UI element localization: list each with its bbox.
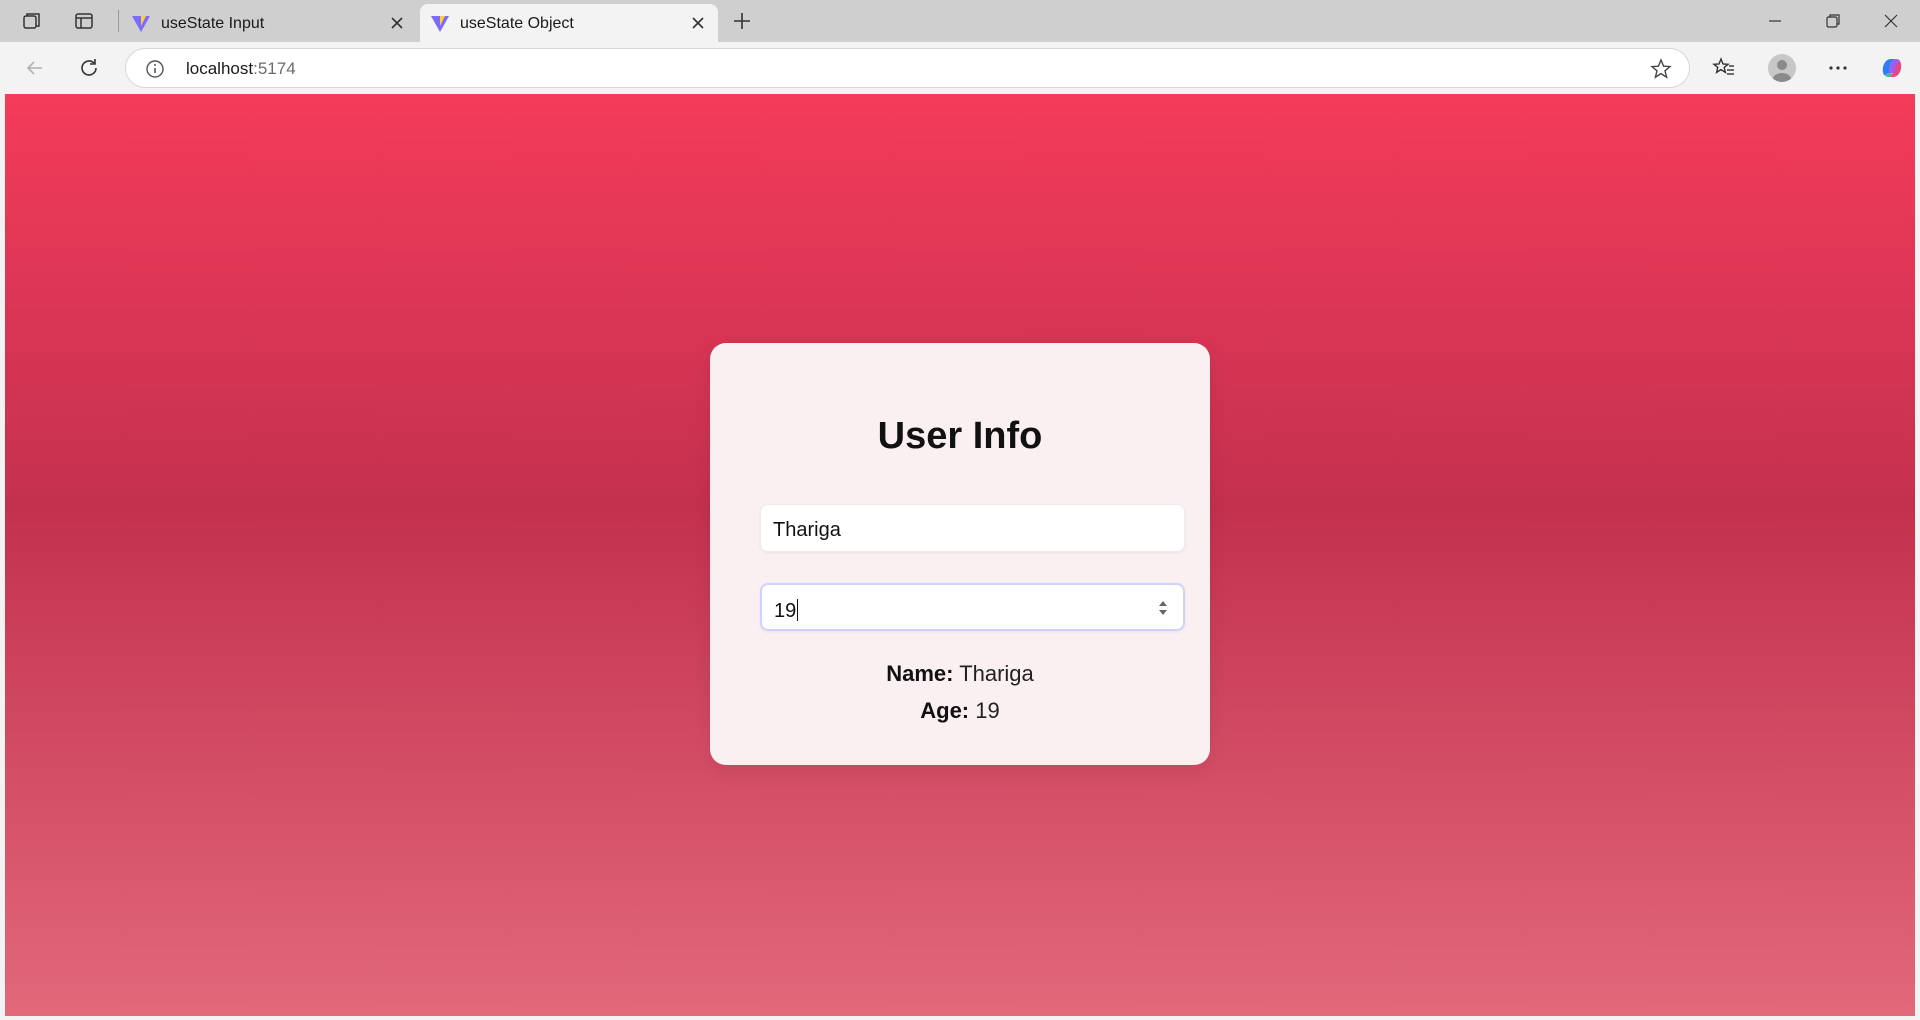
name-label: Name: [886,661,954,686]
copilot-icon [1882,59,1902,77]
back-arrow-icon [26,61,42,75]
age-label: Age: [920,698,970,723]
tab-usestate-input[interactable]: useState Input [121,4,417,42]
url-port: :5174 [253,59,296,78]
favorites-list-icon [1712,57,1734,75]
workspaces-icon[interactable] [20,9,44,33]
reload-icon [81,59,97,76]
page-viewport: User Info Thariga 19 Name: Thariga Age: … [5,94,1915,1016]
more-menu-button[interactable] [1824,54,1852,82]
minimize-button[interactable] [1762,8,1788,34]
back-button[interactable] [21,54,49,82]
tab-strip: useState Input useState Object [0,0,1920,42]
restore-icon [1826,14,1840,28]
name-display: Name: Thariga [710,661,1210,687]
age-value: 19 [975,698,1000,723]
browser-toolbar: localhost:5174 [0,42,1920,94]
card-title: User Info [877,415,1043,457]
close-window-button[interactable] [1878,8,1904,34]
profile-avatar[interactable] [1768,54,1796,82]
close-tab-icon[interactable] [688,13,708,33]
age-display: Age: 19 [710,698,1210,724]
tab-title: useState Object [460,15,574,32]
restore-button[interactable] [1820,8,1846,34]
age-input-value: 19 [774,599,799,623]
url-text: localhost:5174 [186,59,296,79]
vite-favicon-icon [431,16,449,32]
site-info-icon[interactable] [144,58,166,80]
copilot-button[interactable] [1878,54,1906,82]
tab-usestate-object[interactable]: useState Object [420,4,718,42]
text-caret [797,599,799,621]
name-value: Thariga [959,661,1034,686]
name-input[interactable]: Thariga [760,504,1185,552]
age-input[interactable]: 19 [760,583,1185,631]
tab-title: useState Input [161,15,265,32]
plus-icon [734,13,750,29]
new-tab-button[interactable] [730,9,754,33]
vite-favicon-icon [132,16,150,32]
close-icon [1884,14,1898,28]
more-dots-icon [1829,66,1847,70]
age-input-text: 19 [774,600,797,622]
address-bar[interactable]: localhost:5174 [125,48,1690,88]
user-info-card: User Info Thariga 19 Name: Thariga Age: … [710,343,1210,765]
tab-separator [118,10,119,32]
reload-button[interactable] [75,54,103,82]
vertical-tabs-icon[interactable] [72,9,96,33]
name-input-value: Thariga [773,519,841,541]
url-host: localhost [186,59,254,78]
number-spinner-icon[interactable] [1157,599,1169,617]
minimize-icon [1769,20,1781,22]
favorites-button[interactable] [1710,54,1738,82]
person-icon [1773,60,1791,82]
favorite-star-icon[interactable] [1649,57,1673,81]
close-tab-icon[interactable] [387,13,407,33]
